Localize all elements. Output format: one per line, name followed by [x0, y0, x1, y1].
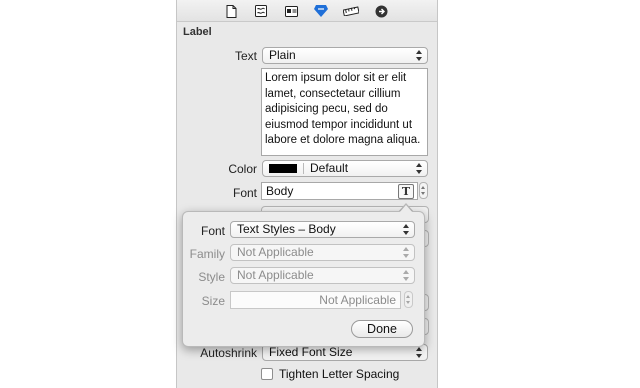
autoshrink-value: Fixed Font Size: [269, 345, 353, 359]
text-type-value: Plain: [269, 48, 296, 62]
attributes-icon[interactable]: [313, 4, 329, 18]
popover-size-stepper[interactable]: [404, 291, 413, 308]
popup-arrows-icon: [402, 223, 410, 236]
popover-style-value: Not Applicable: [237, 268, 314, 282]
font-picker-button[interactable]: T: [398, 184, 414, 199]
popup-arrows-icon: [402, 246, 410, 259]
popover-caret-fill: [399, 205, 413, 213]
popup-arrows-icon: [415, 162, 423, 175]
popup-arrows-icon: [402, 269, 410, 282]
popover-font-label: Font: [200, 224, 225, 238]
popover-style-popup[interactable]: Not Applicable: [230, 267, 415, 284]
popover-font-popup[interactable]: Text Styles – Body: [230, 221, 415, 238]
font-size-stepper[interactable]: [419, 182, 428, 199]
connections-icon[interactable]: [373, 4, 389, 18]
font-label: Font: [232, 186, 257, 200]
text-type-popup[interactable]: Plain: [262, 47, 428, 64]
autoshrink-label: Autoshrink: [200, 346, 257, 360]
identity-icon[interactable]: [283, 4, 299, 18]
popover-family-popup[interactable]: Not Applicable: [230, 244, 415, 261]
font-field[interactable]: Body: [261, 182, 418, 200]
popover-family-value: Not Applicable: [237, 245, 314, 259]
tighten-letter-spacing-checkbox[interactable]: [261, 368, 273, 380]
size-ruler-icon[interactable]: [343, 4, 359, 18]
tighten-letter-spacing-label: Tighten Letter Spacing: [279, 367, 400, 381]
popup-arrows-icon: [415, 49, 423, 62]
inspector-toolbar: [177, 0, 437, 22]
done-button[interactable]: Done: [351, 320, 413, 338]
popup-arrows-icon: [415, 346, 423, 359]
quick-help-icon[interactable]: [253, 4, 269, 18]
file-icon[interactable]: [223, 4, 239, 18]
color-value: Default: [310, 161, 349, 175]
popover-size-field[interactable]: Not Applicable: [230, 291, 401, 309]
color-label: Color: [228, 162, 257, 176]
text-type-label: Text: [234, 49, 257, 63]
popover-style-label: Style: [198, 270, 225, 284]
popover-family-label: Family: [189, 247, 225, 261]
divider: [303, 163, 304, 175]
popover-font-value: Text Styles – Body: [237, 222, 336, 236]
sample-text-area[interactable]: Lorem ipsum dolor sit er elit lamet, con…: [261, 68, 428, 156]
section-title: Label: [183, 26, 212, 38]
color-swatch: [269, 164, 297, 174]
color-popup[interactable]: Default: [262, 160, 428, 177]
popover-size-label: Size: [201, 294, 225, 308]
